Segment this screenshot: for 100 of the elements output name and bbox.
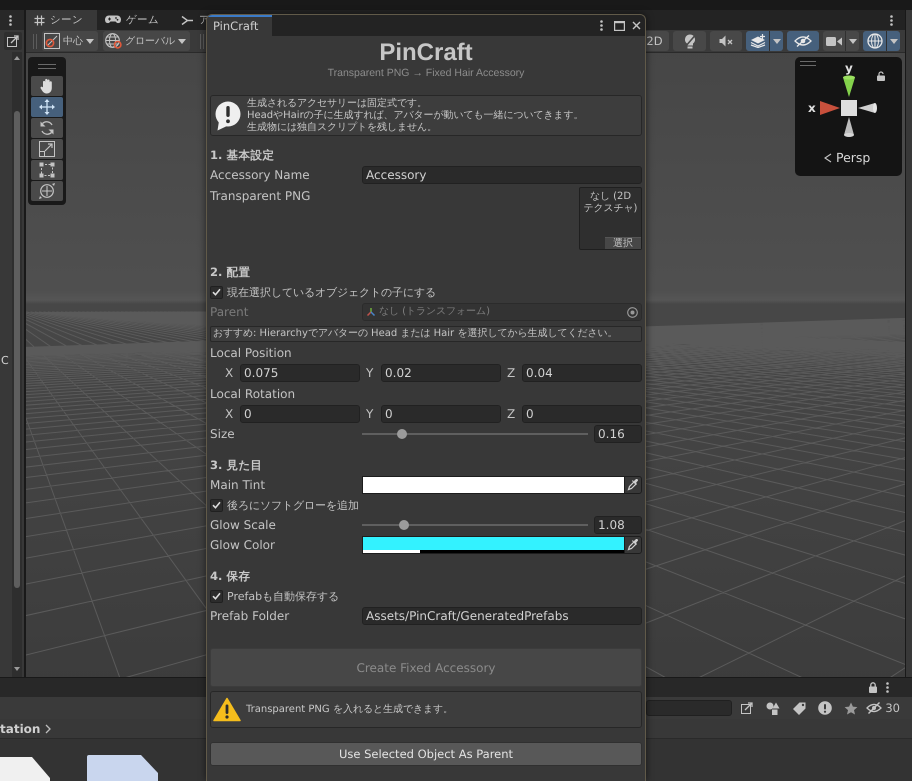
scrollbar[interactable] bbox=[12, 52, 22, 677]
transform-tool-button[interactable] bbox=[31, 181, 63, 201]
close-icon[interactable] bbox=[632, 21, 641, 30]
number-field[interactable]: 0.04 bbox=[522, 364, 642, 382]
kebab-menu-icon[interactable] bbox=[890, 14, 893, 26]
axes-icon bbox=[366, 307, 376, 317]
scroll-down-icon[interactable] bbox=[14, 667, 20, 671]
rect-tool-button[interactable] bbox=[31, 160, 63, 180]
hidden-packages-button[interactable]: 30 bbox=[866, 701, 900, 715]
pivot-dropdown[interactable]: 中心 bbox=[42, 31, 98, 51]
info-line: 生成物には独自スクリプトを残しません。 bbox=[247, 122, 437, 134]
globe-icon bbox=[105, 33, 122, 49]
corner-handles-icon bbox=[39, 162, 55, 178]
breadcrumb-item[interactable]: tation bbox=[0, 722, 40, 736]
section-heading: 1. 基本設定 bbox=[210, 147, 274, 164]
kebab-menu-icon[interactable] bbox=[9, 14, 12, 26]
document-icon[interactable] bbox=[0, 757, 50, 781]
hand-icon bbox=[40, 78, 54, 94]
checkbox-label: 現在選択しているオブジェクトの子にする bbox=[227, 284, 436, 300]
document-icon[interactable] bbox=[87, 755, 158, 781]
effects-toggle[interactable] bbox=[746, 31, 783, 51]
projection-label[interactable]: Persp bbox=[836, 150, 870, 165]
window-tab[interactable]: PinCraft bbox=[207, 15, 272, 36]
number-field[interactable]: 0 bbox=[381, 405, 501, 423]
grid-hash-icon bbox=[34, 14, 45, 26]
scrollbar-thumb[interactable] bbox=[14, 111, 20, 588]
slider-thumb[interactable] bbox=[396, 429, 407, 439]
color-field[interactable] bbox=[362, 536, 624, 554]
search-field[interactable] bbox=[646, 700, 732, 716]
info-line: 生成されるアクセサリーは固定式です。 bbox=[247, 98, 427, 110]
padlock-icon[interactable] bbox=[869, 682, 877, 693]
tag-icon bbox=[792, 702, 806, 714]
field-label: Prefab Folder bbox=[210, 609, 290, 623]
text-field[interactable]: Accessory bbox=[362, 166, 642, 184]
info-line: HeadやHairの子に生成すれば、アバターが動いても一緒についてきます。 bbox=[247, 110, 584, 122]
visibility-toggle[interactable] bbox=[787, 31, 819, 51]
section-heading: 4. 保存 bbox=[210, 568, 250, 585]
kebab-menu-icon[interactable] bbox=[886, 682, 889, 693]
slider-thumb[interactable] bbox=[398, 520, 409, 530]
checkbox[interactable] bbox=[210, 498, 223, 512]
field-label: Main Tint bbox=[210, 478, 266, 492]
eyedropper-button[interactable] bbox=[624, 536, 642, 554]
move-tool-button[interactable] bbox=[31, 97, 63, 117]
eye-slash-icon bbox=[866, 702, 882, 714]
scroll-up-icon[interactable] bbox=[14, 56, 20, 60]
axis-label: Y bbox=[366, 407, 374, 421]
axis-label: Z bbox=[507, 407, 516, 421]
drag-handle-icon[interactable] bbox=[38, 64, 56, 68]
globe-grid-icon bbox=[866, 33, 882, 49]
field-label: Local Rotation bbox=[210, 386, 296, 400]
lighting-toggle[interactable] bbox=[673, 31, 706, 51]
item-label: C bbox=[1, 354, 9, 367]
color-field[interactable] bbox=[362, 476, 624, 494]
number-field[interactable]: 0.02 bbox=[381, 364, 501, 382]
rotate-icon bbox=[39, 120, 55, 136]
number-field[interactable]: 1.08 bbox=[594, 516, 642, 534]
field-label: Local Position bbox=[210, 346, 292, 360]
number-field[interactable]: 0.075 bbox=[240, 364, 360, 382]
number-field[interactable]: 0.16 bbox=[594, 425, 642, 443]
camera-dropdown[interactable] bbox=[823, 31, 859, 51]
gamepad-icon bbox=[105, 15, 121, 25]
speaker-mute-icon bbox=[719, 35, 733, 47]
eyedropper-icon bbox=[627, 539, 639, 551]
drag-handle-icon[interactable] bbox=[800, 61, 816, 66]
check-icon bbox=[212, 501, 221, 509]
space-dropdown[interactable]: グローバル bbox=[103, 31, 190, 51]
axis-label: y bbox=[845, 62, 853, 75]
panel-button[interactable] bbox=[4, 32, 22, 50]
caret-icon bbox=[890, 38, 898, 44]
checkbox[interactable] bbox=[210, 286, 223, 298]
gizmos-toggle[interactable] bbox=[863, 31, 900, 51]
maximize-icon[interactable] bbox=[614, 20, 625, 30]
checkbox[interactable] bbox=[210, 590, 223, 602]
use-parent-button[interactable]: Use Selected Object As Parent bbox=[210, 742, 642, 766]
warning-icon bbox=[213, 697, 241, 722]
exclamation-circle-icon bbox=[818, 701, 832, 715]
number-field[interactable]: 0 bbox=[522, 405, 642, 423]
kebab-menu-icon[interactable] bbox=[600, 20, 603, 32]
eyedropper-button[interactable] bbox=[624, 476, 642, 494]
chevron-left-icon bbox=[824, 152, 832, 162]
move-arrows-icon bbox=[39, 99, 55, 115]
text-field[interactable]: Assets/PinCraft/GeneratedPrefabs bbox=[362, 607, 642, 625]
padlock-icon[interactable] bbox=[877, 71, 885, 81]
app-subtitle: Transparent PNG → Fixed Hair Accessory bbox=[326, 66, 526, 80]
lightbulb-icon bbox=[684, 34, 696, 48]
field-label: Parent bbox=[210, 305, 248, 319]
view-tab[interactable]: シーン bbox=[26, 10, 97, 30]
audio-toggle[interactable] bbox=[710, 31, 742, 51]
video-camera-icon bbox=[826, 36, 842, 46]
chevron-right-icon bbox=[45, 724, 52, 734]
caret-icon bbox=[178, 38, 186, 44]
scale-tool-button[interactable] bbox=[31, 139, 63, 159]
texture-field[interactable]: なし (2D テクスチャ) 選択 bbox=[579, 187, 642, 250]
hand-tool-button[interactable] bbox=[31, 76, 63, 96]
rotate-tool-button[interactable] bbox=[31, 118, 63, 138]
section-heading: 2. 配置 bbox=[210, 264, 250, 281]
number-field[interactable]: 0 bbox=[240, 405, 360, 423]
view-tab[interactable]: ゲーム bbox=[97, 10, 173, 30]
checkbox-label: 後ろにソフトグローを追加 bbox=[227, 498, 359, 512]
select-button[interactable]: 選択 bbox=[605, 237, 641, 249]
